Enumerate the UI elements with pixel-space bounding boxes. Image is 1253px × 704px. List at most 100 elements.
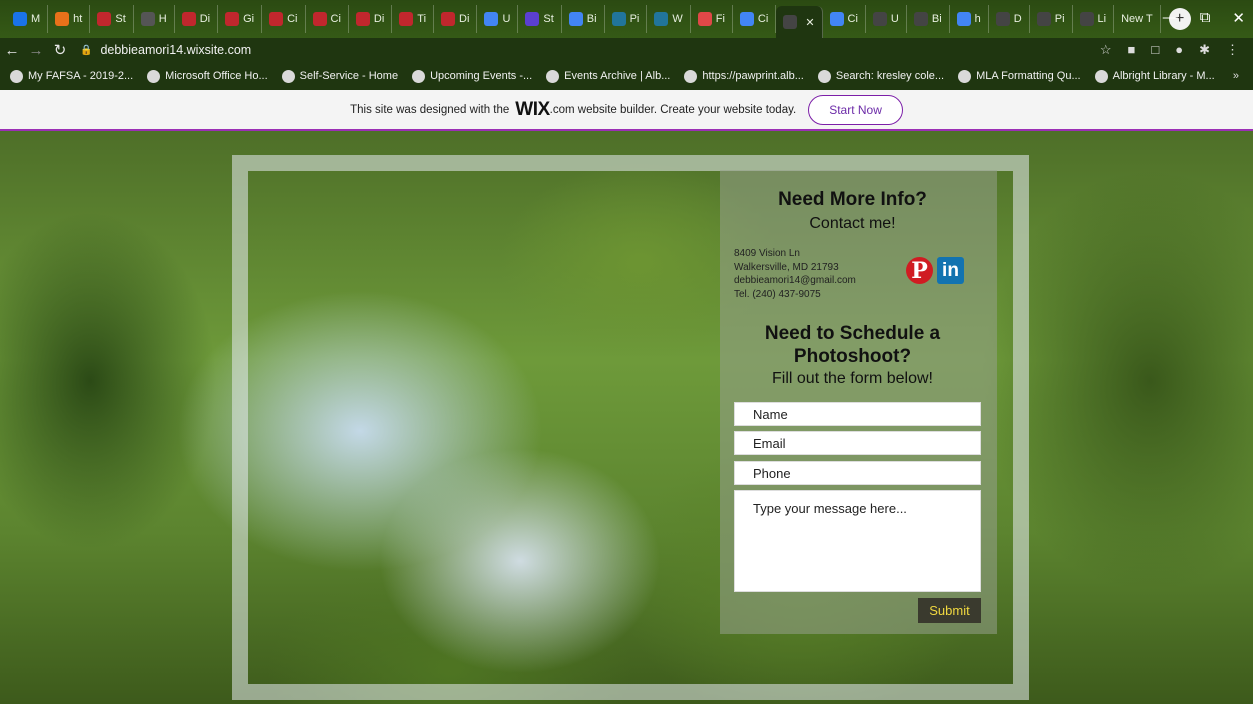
tab-label: Di: [459, 13, 470, 25]
browser-tab[interactable]: W: [647, 5, 691, 33]
tab-favicon-icon: [654, 12, 669, 26]
back-icon[interactable]: ←: [0, 42, 24, 59]
browser-tab[interactable]: Bi: [562, 5, 605, 33]
contact-details: 8409 Vision Ln Walkersville, MD 21793 de…: [734, 247, 856, 301]
contact-panel: Need More Info? Contact me! 8409 Vision …: [720, 170, 997, 634]
tab-favicon-icon: [269, 12, 284, 26]
tab-favicon-icon: [829, 12, 844, 26]
linkedin-icon[interactable]: in: [937, 257, 964, 284]
tab-label: Ci: [330, 13, 341, 25]
browser-tab[interactable]: Gi: [218, 5, 263, 33]
email-link[interactable]: debbieamori14@gmail.com: [734, 274, 856, 288]
browser-tab[interactable]: M: [6, 5, 49, 33]
email-field[interactable]: Email: [734, 431, 981, 455]
pinterest-icon[interactable]: P: [906, 257, 933, 284]
bookmark-label: Microsoft Office Ho...: [165, 70, 268, 82]
puzzle-icon[interactable]: ✱: [1199, 42, 1210, 58]
bookmark-label: Events Archive | Alb...: [564, 70, 671, 82]
menu-icon[interactable]: ⋮: [1226, 42, 1239, 58]
tab-favicon-icon: [225, 12, 240, 26]
tab-label: Ti: [417, 13, 427, 25]
social-links: P in: [906, 257, 964, 284]
message-field[interactable]: Type your message here...: [734, 490, 981, 592]
bookmark-label: Albright Library - M...: [1112, 70, 1215, 82]
bookmark-item[interactable]: My FAFSA - 2019-2...: [10, 69, 134, 83]
close-icon[interactable]: ✕: [1232, 9, 1245, 27]
doc-icon[interactable]: □: [1151, 42, 1159, 58]
name-field[interactable]: Name: [734, 402, 981, 426]
tab-label: Di: [373, 13, 385, 25]
tab-label: New T: [1121, 13, 1153, 25]
minimize-icon[interactable]: —: [1163, 9, 1178, 27]
bookmark-label: My FAFSA - 2019-2...: [28, 70, 134, 82]
browser-tab[interactable]: St: [518, 5, 562, 33]
browser-tab[interactable]: New T: [1114, 5, 1161, 33]
bookmark-favicon-icon: [958, 69, 972, 83]
tab-label: Ci: [757, 13, 769, 25]
tab-label: Fi: [715, 13, 725, 25]
browser-tab[interactable]: Li: [1073, 5, 1115, 33]
browser-tab[interactable]: H: [134, 5, 175, 33]
browser-tab[interactable]: Pi: [605, 5, 648, 33]
browser-tab[interactable]: ✕: [776, 6, 823, 38]
contact-subheading: Contact me!: [809, 215, 896, 232]
bookmark-item[interactable]: Upcoming Events -...: [412, 69, 532, 83]
bookmark-favicon-icon: [817, 69, 831, 83]
bookmark-item[interactable]: Self-Service - Home: [281, 69, 398, 83]
browser-tab[interactable]: Bi: [907, 5, 950, 33]
contact-heading: Need More Info?: [778, 189, 927, 210]
tab-favicon-icon: [525, 12, 540, 26]
browser-tab[interactable]: Ci: [262, 5, 306, 33]
schedule-subheading: Fill out the form below!: [772, 370, 933, 387]
tab-label: Gi: [243, 13, 255, 25]
phone-field[interactable]: Phone: [734, 461, 981, 485]
browser-tab[interactable]: Di: [175, 5, 219, 33]
browser-tab[interactable]: Ci: [733, 5, 777, 33]
browser-tab[interactable]: Fi: [691, 5, 733, 33]
start-now-button[interactable]: Start Now: [808, 94, 903, 125]
bookmark-item[interactable]: Events Archive | Alb...: [546, 69, 671, 83]
browser-tab[interactable]: Ti: [392, 5, 435, 33]
tab-label: St: [543, 13, 554, 25]
forward-icon[interactable]: →: [24, 42, 48, 59]
address-line: 8409 Vision Ln: [734, 248, 800, 259]
browser-tab[interactable]: Di: [349, 5, 393, 33]
address-bar-row: ← → ↻ 🔒 debbieamori14.wixsite.com ☆ ■ □ …: [0, 38, 1253, 62]
bookmarks-more[interactable]: »: [1233, 70, 1239, 82]
tab-label: Ci: [287, 13, 298, 25]
browser-tab[interactable]: Ci: [306, 5, 349, 33]
bookmark-item[interactable]: Microsoft Office Ho...: [147, 69, 268, 83]
tab-close-icon[interactable]: ✕: [805, 16, 814, 29]
bookmark-item[interactable]: Albright Library - M...: [1094, 69, 1215, 83]
browser-tab[interactable]: U: [477, 5, 519, 33]
wix-banner: This site was designed with the WIX .com …: [0, 90, 1253, 131]
bookmark-item[interactable]: Search: kresley cole...: [817, 69, 944, 83]
star-icon[interactable]: ☆: [1100, 42, 1112, 58]
tab-favicon-icon: [181, 12, 196, 26]
banner-text: This site was designed with the: [350, 103, 510, 116]
browser-tab[interactable]: D: [989, 5, 1030, 33]
bookmark-favicon-icon: [147, 69, 161, 83]
wix-logo[interactable]: WIX: [515, 99, 550, 121]
browser-tab[interactable]: U: [866, 5, 907, 33]
extension-icon[interactable]: ■: [1128, 42, 1136, 58]
browser-tab[interactable]: h: [950, 5, 989, 33]
browser-tab[interactable]: Pi: [1030, 5, 1073, 33]
tab-label: D: [1013, 13, 1022, 25]
submit-button[interactable]: Submit: [918, 598, 981, 623]
tab-favicon-icon: [697, 12, 712, 26]
bookmarks-bar: My FAFSA - 2019-2... Microsoft Office Ho.…: [0, 62, 1253, 90]
browser-tab[interactable]: ht: [48, 5, 91, 33]
extension-icon[interactable]: ●: [1175, 42, 1183, 58]
bookmark-item[interactable]: MLA Formatting Qu...: [958, 69, 1081, 83]
restore-icon[interactable]: ⧉: [1200, 9, 1211, 27]
url-field[interactable]: 🔒 debbieamori14.wixsite.com: [80, 40, 1100, 60]
browser-tab[interactable]: St: [90, 5, 134, 33]
reload-icon[interactable]: ↻: [48, 41, 72, 59]
tab-favicon-icon: [13, 12, 27, 26]
browser-tab[interactable]: Ci: [823, 5, 866, 33]
bookmark-item[interactable]: https://pawprint.alb...: [684, 69, 804, 83]
browser-tab[interactable]: Di: [434, 5, 478, 33]
tab-favicon-icon: [484, 12, 499, 26]
tab-label: H: [158, 13, 167, 25]
